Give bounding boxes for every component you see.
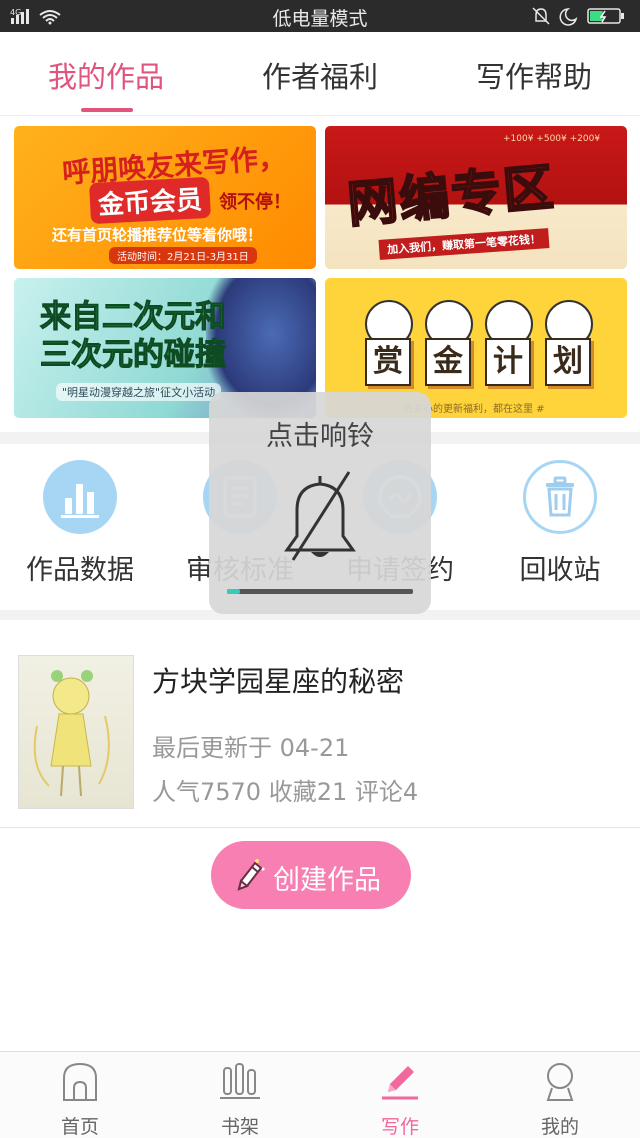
- pencil-icon: [237, 859, 265, 891]
- trash-icon: [523, 460, 597, 534]
- banner-char: 计: [485, 338, 531, 386]
- active-tab-indicator: [81, 108, 133, 112]
- banner-char: 金: [425, 338, 471, 386]
- bookshelf-icon: [220, 1063, 260, 1099]
- banner-coins: +100¥ +500¥ +200¥: [503, 134, 601, 144]
- banner-char: 赏: [365, 338, 411, 386]
- banner-editor-zone[interactable]: +100¥ +500¥ +200¥ 网编专区 加入我们，赚取第一笔零花钱！: [325, 126, 627, 269]
- nav-profile[interactable]: 我的: [500, 1060, 620, 1138]
- nav-write[interactable]: 写作: [340, 1060, 460, 1138]
- moon-icon: [559, 8, 578, 26]
- banner-text: 还有首页轮播推荐位等着你哦！: [52, 226, 263, 244]
- tool-label: 回收站: [519, 555, 601, 586]
- battery-icon: [587, 8, 624, 24]
- mute-bell-icon: [532, 7, 550, 25]
- work-list-item[interactable]: 方块学园星座的秘密 最后更新于 04-21 人气7570 收藏21 评论4: [0, 620, 640, 828]
- work-last-updated: 最后更新于 04-21: [152, 734, 350, 762]
- tab-author-benefits[interactable]: 作者福利: [230, 54, 410, 96]
- tool-label: 作品数据: [26, 555, 134, 586]
- home-icon: [63, 1062, 97, 1101]
- profile-icon: [546, 1063, 574, 1101]
- nav-bookshelf[interactable]: 书架: [180, 1060, 300, 1138]
- nav-label: 首页: [60, 1116, 99, 1138]
- banner-date: 活动时间：2月21日-3月31日: [109, 247, 257, 264]
- nav-home[interactable]: 首页: [20, 1060, 140, 1138]
- status-bar: 4G 低电量模式: [0, 0, 640, 32]
- ringer-volume-fill: [227, 589, 241, 594]
- tab-my-works[interactable]: 我的作品: [16, 54, 196, 96]
- works-data-button[interactable]: 作品数据: [5, 460, 155, 587]
- banner-char: 划: [545, 338, 591, 386]
- banner-text: "明星动漫穿越之旅"征文小活动: [56, 383, 222, 401]
- nav-label: 写作: [380, 1116, 419, 1138]
- work-title: 方块学园星座的秘密: [152, 665, 405, 698]
- ringer-volume-bar[interactable]: [227, 589, 413, 594]
- status-icons: [532, 7, 624, 26]
- banner-invite-friends[interactable]: 呼朋唤友来写作， 金币会员 领不停！ 还有首页轮播推荐位等着你哦！ 活动时间：2…: [14, 126, 316, 269]
- bell-muted-icon: [284, 471, 356, 561]
- recycle-bin-button[interactable]: 回收站: [485, 460, 635, 587]
- create-work-label: 创建作品: [273, 865, 381, 896]
- bar-chart-icon: [43, 460, 117, 534]
- nav-label: 书架: [220, 1116, 259, 1138]
- create-work-button[interactable]: 创建作品: [211, 841, 411, 909]
- top-tabs: 我的作品 作者福利 写作帮助: [0, 32, 640, 116]
- banner-title: 来自二次元和 三次元的碰撞: [40, 299, 227, 374]
- nav-label: 我的: [540, 1116, 579, 1138]
- banner-grid: 呼朋唤友来写作， 金币会员 领不停！ 还有首页轮播推荐位等着你哦！ 活动时间：2…: [0, 124, 640, 424]
- banner-text: 加入我们，赚取第一笔零花钱！: [378, 228, 550, 260]
- work-cover-image: [18, 655, 134, 809]
- pencil-icon: [382, 1066, 418, 1100]
- toast-title: 点击响铃: [266, 421, 374, 452]
- banner-text: 金币会员: [89, 176, 212, 225]
- work-stats: 人气7570 收藏21 评论4: [152, 778, 419, 806]
- banner-title: 网编专区: [344, 157, 558, 235]
- ringer-toast: 点击响铃: [209, 392, 431, 614]
- banner-text: 领不停！: [219, 192, 291, 213]
- tab-writing-help[interactable]: 写作帮助: [444, 54, 624, 96]
- bottom-nav: 首页 书架 写作 我的: [0, 1051, 640, 1138]
